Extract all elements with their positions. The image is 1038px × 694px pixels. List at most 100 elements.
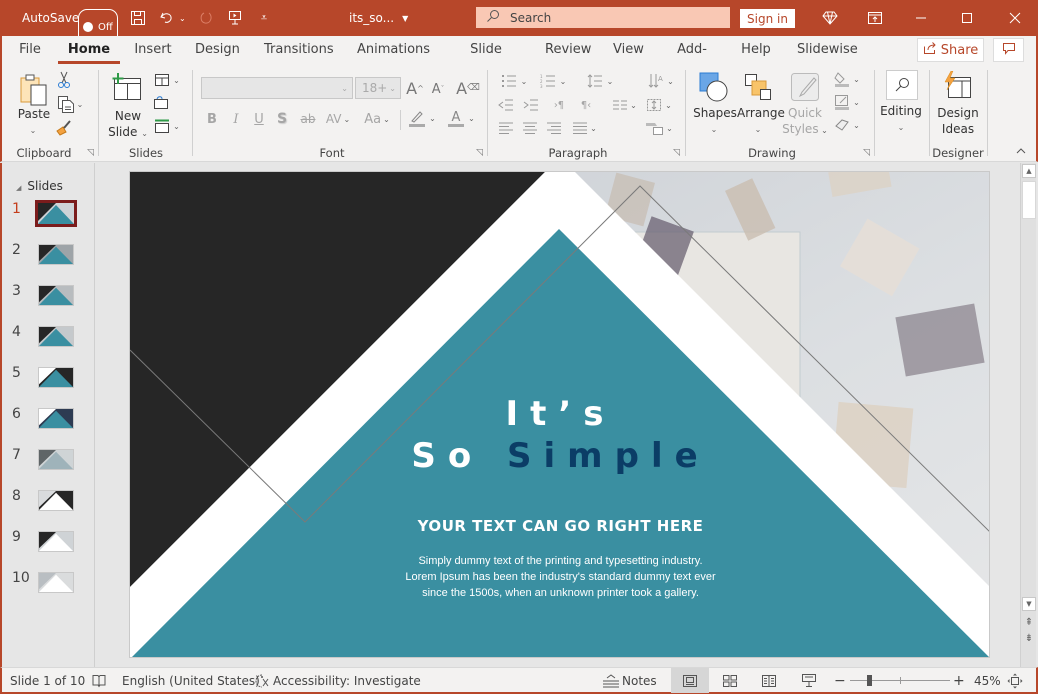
- premium-diamond-icon[interactable]: [807, 0, 853, 36]
- align-center-icon[interactable]: [522, 119, 538, 137]
- clear-formatting-icon[interactable]: A ⌫: [456, 77, 480, 99]
- comments-button[interactable]: [993, 38, 1024, 62]
- font-color-icon[interactable]: A ⌄: [445, 107, 477, 129]
- maximize-icon[interactable]: [944, 0, 990, 36]
- normal-view-icon[interactable]: [671, 668, 709, 693]
- quick-styles-label-line1[interactable]: Quick: [785, 106, 825, 121]
- shapes-label[interactable]: Shapes: [693, 106, 737, 121]
- slide-thumbnail-row[interactable]: 3: [2, 283, 95, 315]
- slideshow-view-icon[interactable]: [790, 668, 828, 693]
- drawing-launcher-icon[interactable]: ◹: [863, 148, 870, 158]
- scroll-up-icon[interactable]: ▲: [1022, 164, 1036, 178]
- undo-dropdown-icon[interactable]: ⌄: [179, 0, 186, 36]
- editing-icon[interactable]: [886, 70, 918, 100]
- zoom-slider[interactable]: [850, 668, 950, 693]
- slide-subtitle[interactable]: YOUR TEXT CAN GO RIGHT HERE: [130, 517, 989, 535]
- quick-styles-icon[interactable]: [790, 72, 820, 102]
- font-launcher-icon[interactable]: ◹: [476, 148, 483, 158]
- slide-thumbnail[interactable]: [38, 367, 74, 388]
- slide-title-line2[interactable]: So Simple: [130, 436, 989, 476]
- slide-thumbnail[interactable]: [38, 326, 74, 347]
- reset-slide-icon[interactable]: [152, 94, 170, 112]
- text-direction-icon[interactable]: A ⌄: [646, 72, 676, 90]
- slide-thumbnail-row[interactable]: 1: [2, 200, 95, 233]
- ribbon-display-options-icon[interactable]: [852, 0, 898, 36]
- slide-thumbnail-row[interactable]: 7: [2, 447, 95, 479]
- slide-thumbnail-row[interactable]: 10: [2, 570, 95, 602]
- copy-icon[interactable]: ⌄: [55, 94, 85, 114]
- tab-design[interactable]: Design: [195, 36, 240, 66]
- bullets-icon[interactable]: ⌄: [498, 72, 530, 90]
- align-right-icon[interactable]: [546, 119, 562, 137]
- columns-icon[interactable]: ⌄: [610, 96, 640, 114]
- numbering-icon[interactable]: 1 2 3 ⌄: [537, 72, 569, 90]
- reading-view-icon[interactable]: [750, 668, 788, 693]
- vertical-scrollbar[interactable]: ▲ ▼ ⇞ ⇟: [1020, 163, 1036, 667]
- accessibility-status[interactable]: Accessibility: Investigate: [273, 668, 421, 693]
- design-ideas-label-line2[interactable]: Ideas: [935, 122, 981, 137]
- clipboard-launcher-icon[interactable]: ◹: [87, 148, 94, 158]
- slide-thumbnail-row[interactable]: 9: [2, 529, 95, 561]
- sign-in-button[interactable]: Sign in: [740, 9, 795, 28]
- tab-add-ins[interactable]: Add-ins: [669, 36, 715, 85]
- increase-font-size-icon[interactable]: A ^: [406, 77, 424, 99]
- slide-thumbnail[interactable]: [38, 244, 74, 265]
- editing-dropdown-icon[interactable]: ⌄: [895, 120, 907, 135]
- slide-canvas[interactable]: It’s So Simple YOUR TEXT CAN GO RIGHT HE…: [129, 171, 990, 658]
- slide-sorter-icon[interactable]: [711, 668, 749, 693]
- shapes-icon[interactable]: [697, 72, 731, 102]
- accessibility-icon[interactable]: [254, 668, 270, 693]
- zoom-out-icon[interactable]: −: [834, 668, 846, 693]
- tab-file[interactable]: File: [18, 36, 42, 66]
- search-box[interactable]: Search: [476, 7, 730, 28]
- next-slide-icon[interactable]: ⇟: [1022, 631, 1036, 645]
- align-text-icon[interactable]: ⌄: [644, 96, 674, 114]
- paragraph-launcher-icon[interactable]: ◹: [673, 148, 680, 158]
- tab-help[interactable]: Help: [741, 36, 771, 66]
- tab-slidewise[interactable]: Slidewise: [797, 36, 858, 66]
- cut-icon[interactable]: [55, 70, 73, 90]
- share-button[interactable]: Share: [917, 38, 984, 62]
- slide-thumbnail[interactable]: [38, 449, 74, 470]
- scroll-thumb[interactable]: [1022, 181, 1036, 219]
- new-slide-icon[interactable]: [110, 70, 144, 104]
- slide-thumbnail-row[interactable]: 2: [2, 242, 95, 274]
- shape-fill-icon[interactable]: ⌄: [832, 70, 862, 88]
- smartart-icon[interactable]: ⌄: [644, 119, 674, 137]
- format-painter-icon[interactable]: [55, 118, 73, 138]
- tab-insert[interactable]: Insert: [134, 36, 172, 66]
- slide-title-line1[interactable]: It’s: [130, 394, 989, 434]
- font-size-combo[interactable]: 18+ ⌄: [355, 77, 401, 99]
- paste-icon[interactable]: [17, 72, 51, 108]
- tab-home[interactable]: Home: [58, 36, 120, 66]
- highlight-color-icon[interactable]: ⌄: [406, 107, 438, 129]
- slide-thumbnail-row[interactable]: 8: [2, 488, 95, 520]
- bold-icon[interactable]: B: [205, 109, 219, 129]
- editing-label[interactable]: Editing: [879, 104, 923, 119]
- align-left-icon[interactable]: [498, 119, 514, 137]
- design-ideas-label-line1[interactable]: Design: [935, 106, 981, 121]
- document-title[interactable]: its_so... ▼: [349, 0, 408, 36]
- left-to-right-icon[interactable]: ›¶: [551, 96, 567, 114]
- minimize-icon[interactable]: [898, 0, 944, 36]
- decrease-indent-icon[interactable]: [498, 96, 514, 114]
- slide-thumbnail-row[interactable]: 5: [2, 365, 95, 397]
- layout-icon[interactable]: ⌄: [152, 71, 182, 89]
- paste-label[interactable]: Paste: [14, 107, 54, 122]
- language-status[interactable]: English (United States): [122, 668, 260, 693]
- italic-icon[interactable]: I: [230, 109, 242, 129]
- slide-thumbnail[interactable]: [38, 531, 74, 552]
- spell-check-icon[interactable]: [92, 668, 106, 693]
- arrange-label[interactable]: Arrange: [737, 106, 785, 121]
- tab-transitions[interactable]: Transitions: [264, 36, 334, 66]
- new-slide-label-line2[interactable]: Slide ⌄: [106, 125, 150, 141]
- slide-thumbnail[interactable]: [38, 408, 74, 429]
- tab-view[interactable]: View: [613, 36, 644, 66]
- paste-dropdown-icon[interactable]: ⌄: [27, 123, 39, 138]
- slide-body-text[interactable]: Simply dummy text of the printing and ty…: [130, 553, 989, 601]
- tab-animations[interactable]: Animations: [357, 36, 430, 66]
- previous-slide-icon[interactable]: ⇞: [1022, 615, 1036, 629]
- new-slide-label-line1[interactable]: New: [108, 109, 148, 124]
- design-ideas-icon[interactable]: [940, 71, 974, 101]
- slide-thumbnail-row[interactable]: 4: [2, 324, 95, 356]
